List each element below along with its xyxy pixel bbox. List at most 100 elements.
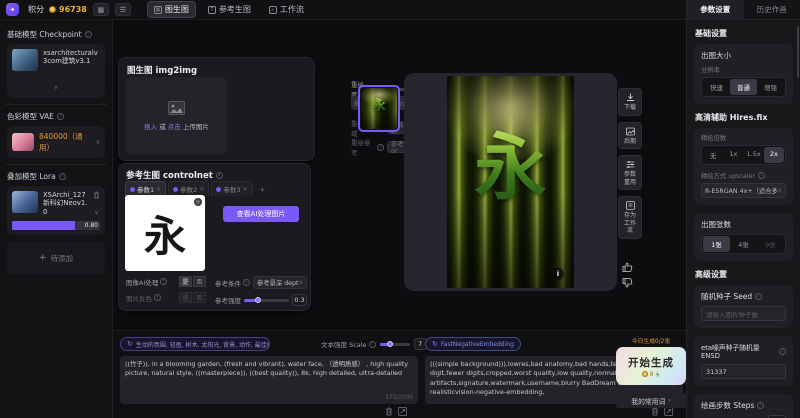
checkpoint-card[interactable]: xsarchitecturalv3com建筑v3.1 <box>7 44 105 98</box>
info-icon[interactable] <box>216 172 223 179</box>
info-icon[interactable] <box>57 113 64 120</box>
info-icon[interactable] <box>154 294 161 301</box>
tab-parameter-settings[interactable]: 参数设置 <box>687 0 744 19</box>
invert-yes[interactable]: 是 <box>179 292 192 303</box>
reuse-params-button[interactable]: 参数重用 <box>618 155 642 190</box>
upload-click-label[interactable]: 点击 <box>168 123 181 131</box>
vae-card[interactable]: 840000（通用） <box>7 126 105 158</box>
close-icon[interactable] <box>156 186 161 193</box>
hires-15x[interactable]: 1.5x <box>744 147 764 163</box>
add-lora-button[interactable]: + 待添加 <box>7 242 105 274</box>
tab-workflow[interactable]: ≈ 工作流 <box>263 1 310 18</box>
view-ai-processed-button[interactable]: 查看AI处理图片 <box>223 206 299 222</box>
lora-weight-slider[interactable]: 0.80 <box>12 221 100 230</box>
tab-img2img[interactable]: ▦ 图生图 <box>147 1 196 18</box>
count-4[interactable]: 4张 <box>730 236 757 252</box>
info-icon[interactable] <box>160 278 167 285</box>
trash-icon[interactable] <box>651 407 659 416</box>
postprocess-button[interactable]: 后期 <box>618 122 642 150</box>
ensd-input[interactable]: 31337 <box>701 364 786 379</box>
generate-button-label: 开始生成 <box>628 355 674 370</box>
info-icon[interactable] <box>377 144 384 151</box>
controlnet-panel: 参考生图 controlnet 参数1 参数2 参数3 + 永 ◎ <box>118 163 311 311</box>
controlnet-tab-1[interactable]: 参数1 <box>125 181 166 196</box>
unit-dot-icon <box>216 187 221 192</box>
refresh-icon[interactable] <box>127 340 133 348</box>
invert-no[interactable]: 否 <box>193 292 206 303</box>
info-icon[interactable] <box>59 173 66 180</box>
positive-prompt-input[interactable]: ((竹子)), in a blooming garden, (fresh and… <box>120 356 418 404</box>
negative-embedding-pill[interactable]: FastNegativeEmbedding <box>425 337 521 351</box>
chevron-down-icon <box>778 187 782 194</box>
thumbs-up-icon[interactable] <box>622 262 633 272</box>
generate-cost-value: 8 <box>650 371 654 378</box>
generated-glyph: 永 <box>474 108 546 213</box>
close-icon[interactable] <box>199 186 204 193</box>
chevron-down-icon[interactable] <box>96 139 100 146</box>
image-info-icon[interactable]: i <box>552 268 564 280</box>
info-icon[interactable] <box>779 348 786 355</box>
res-option-fast[interactable]: 快速 <box>703 79 730 95</box>
seed-title-row: 随机种子 Seed <box>701 291 786 302</box>
my-phrases-button[interactable]: 我的常用词 › <box>616 393 686 408</box>
reference-glyph: 永 <box>144 203 186 264</box>
scrollbar[interactable] <box>797 26 799 78</box>
chevron-down-icon[interactable] <box>94 209 98 216</box>
chevron-down-icon[interactable] <box>54 84 58 91</box>
download-button[interactable]: 下载 <box>618 88 642 116</box>
save-workflow-button[interactable]: 存为工作流 <box>618 196 642 239</box>
grid-view-icon[interactable]: ▦ <box>93 3 109 16</box>
tab-history[interactable]: 历史作画 <box>744 0 800 19</box>
strength-slider[interactable] <box>244 299 289 302</box>
ai-process-yes[interactable]: 是 <box>179 276 192 287</box>
batch-count-title: 出图张数 <box>701 219 786 230</box>
condition-select[interactable]: 参考景深 dept <box>253 276 307 289</box>
refresh-icon[interactable] <box>432 340 438 348</box>
res-option-enhanced[interactable]: 增强 <box>757 79 784 95</box>
app-logo-icon[interactable]: ✦ <box>6 3 19 16</box>
hires-2x[interactable]: 2x <box>764 147 784 163</box>
lora-weight-value: 0.80 <box>85 222 98 229</box>
prompt-suggestion-pill[interactable]: 生动的氛围, 轻盈, 树木, 太阳光, 背景, 动作, 最佳质量 <box>120 337 270 351</box>
upload-hint: 拖入 或 点击 上传图片 <box>144 121 209 131</box>
count-1[interactable]: 1张 <box>703 236 730 252</box>
info-icon[interactable] <box>369 341 376 348</box>
strength-value[interactable]: 0.3 <box>292 294 307 306</box>
trash-icon[interactable] <box>385 407 393 416</box>
count-9[interactable]: 9张 <box>757 236 784 252</box>
hires-1x[interactable]: 1x <box>723 147 743 163</box>
preview-toggle-icon[interactable]: ◎ <box>194 198 202 206</box>
lora-card[interactable]: XSArchi_127新科幻Neov1.0 0.80 <box>7 186 105 235</box>
controlnet-tab-2[interactable]: 参数2 <box>168 181 209 196</box>
img2img-tab-icon: ▦ <box>154 6 162 14</box>
info-icon[interactable] <box>85 31 92 38</box>
trash-icon[interactable] <box>93 191 100 199</box>
image-upload-dropzone[interactable]: 拖入 或 点击 上传图片 <box>126 77 227 154</box>
generate-button[interactable]: 开始生成 8 <box>616 347 686 385</box>
result-thumbnail[interactable]: 永 <box>358 85 400 132</box>
seed-input[interactable]: 请输入图片种子数 <box>701 306 786 321</box>
expand-icon[interactable] <box>398 407 407 416</box>
ensd-title-row: eta噪声种子随机量 ENSD <box>701 342 786 360</box>
tab-reference[interactable]: T 参考生图 <box>202 1 257 18</box>
controlnet-tab-3[interactable]: 参数3 <box>211 181 252 196</box>
controlnet-reference-image[interactable]: 永 ◎ <box>125 195 205 271</box>
menu-icon[interactable]: ☰ <box>115 3 131 16</box>
info-icon[interactable] <box>243 279 250 286</box>
info-icon[interactable] <box>755 293 762 300</box>
generated-image[interactable]: 永 i <box>447 76 574 288</box>
ai-process-no[interactable]: 否 <box>193 276 206 287</box>
info-icon[interactable] <box>758 172 765 179</box>
invert-toggle: 是 否 <box>179 292 206 303</box>
upscaler-select[interactable]: R-ESRGAN 4x+（适合多种风 <box>701 183 786 198</box>
cfg-scale-slider[interactable] <box>380 343 410 346</box>
res-option-normal[interactable]: 普通 <box>730 79 757 95</box>
workflow-tab-icon: ≈ <box>269 6 277 14</box>
add-controlnet-tab-button[interactable]: + <box>255 184 271 196</box>
info-icon[interactable] <box>757 402 764 409</box>
feedback-buttons <box>622 262 633 288</box>
thumbs-down-icon[interactable] <box>622 278 633 288</box>
expand-icon[interactable] <box>664 407 673 416</box>
close-icon[interactable] <box>242 186 247 193</box>
hires-none[interactable]: 无 <box>703 147 723 163</box>
